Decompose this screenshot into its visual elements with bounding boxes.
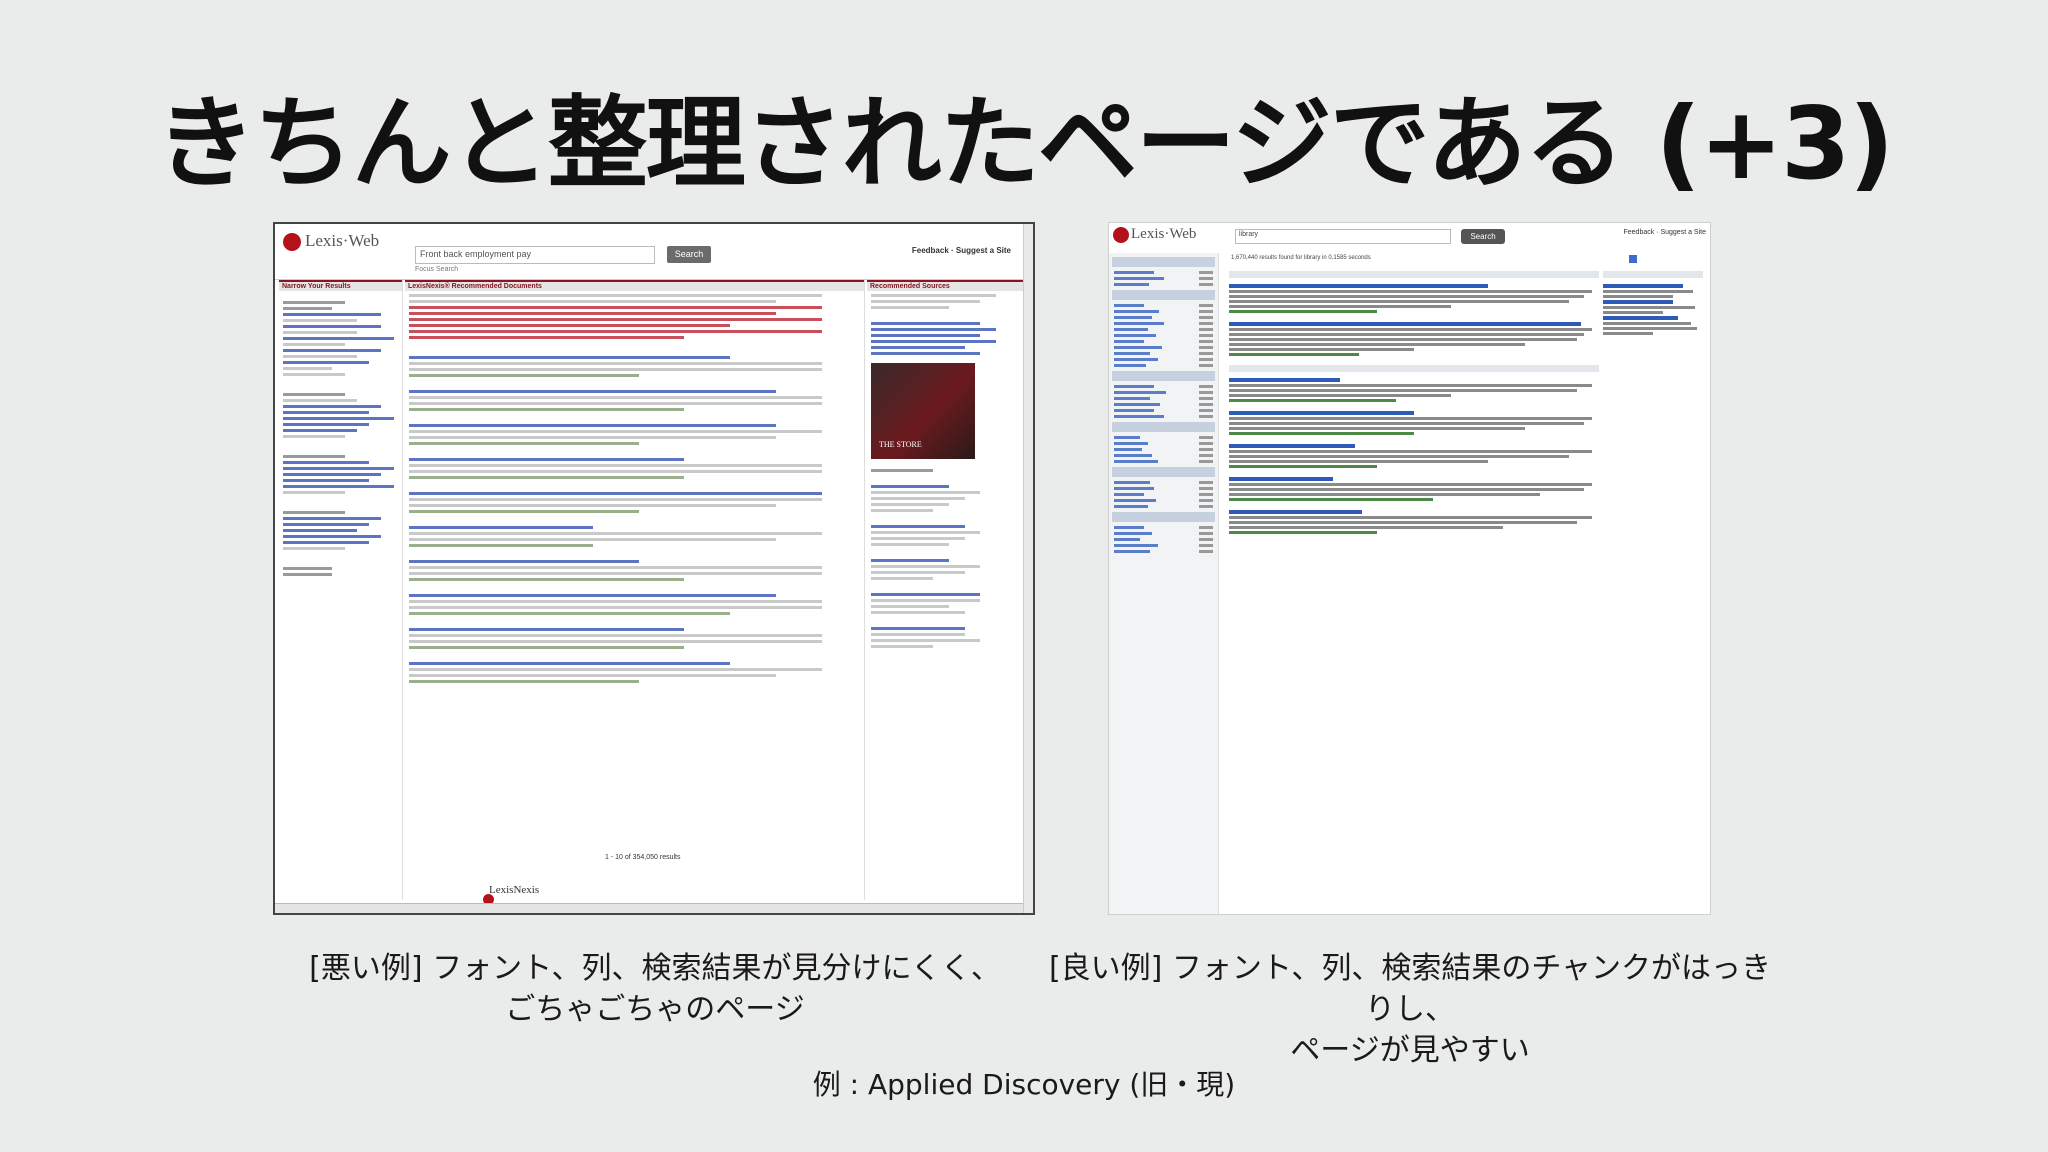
lexisnexis-store-ad[interactable]: THE STORE xyxy=(871,363,975,459)
bad-example-caption: [悪い例] フォント、列、検索結果が見分けにくく、 ごちゃごちゃのページ xyxy=(309,951,1001,1027)
browser-status-bar xyxy=(275,903,1023,913)
results-count: 1,670,440 results found for library in 0… xyxy=(1231,255,1371,261)
pagination-text: 1 - 10 of 354,050 results xyxy=(605,854,681,861)
lexis-logo-icon xyxy=(283,233,301,251)
search-results-list xyxy=(1229,269,1599,909)
slide-title: きちんと整理されたページである (+3) xyxy=(155,85,1895,202)
scrollbar[interactable] xyxy=(1023,224,1033,913)
recommended-documents-heading: LexisNexis® Recommended Documents xyxy=(405,280,864,291)
recommended-documents-column: LexisNexis® Recommended Documents xyxy=(405,280,865,900)
search-button[interactable]: Search xyxy=(667,246,711,263)
bad-example-screenshot: Lexis·Web Front back employment pay Focu… xyxy=(273,222,1035,915)
lexis-logo-icon xyxy=(1113,227,1129,243)
filter-sidebar xyxy=(1109,253,1219,914)
good-example-caption: [良い例] フォント、列、検索結果のチャンクがはっきりし、 ページが見やすい xyxy=(1048,951,1772,1068)
search-button[interactable]: Search xyxy=(1461,229,1505,244)
recommended-sources-column: Recommended Sources THE STORE xyxy=(867,280,1023,900)
footer-logo: LexisNexis xyxy=(475,884,539,905)
narrow-results-heading: Narrow Your Results xyxy=(279,280,402,291)
search-input[interactable]: library xyxy=(1235,229,1451,244)
feedback-links[interactable]: Feedback · Suggest a Site xyxy=(1624,229,1707,236)
example-note: 例 : Applied Discovery (旧・現) xyxy=(812,1068,1236,1101)
narrow-results-column: Narrow Your Results xyxy=(279,280,403,900)
lexis-logo-text[interactable]: Lexis·Web xyxy=(1131,226,1196,243)
bad-header: Lexis·Web Front back employment pay Focu… xyxy=(275,224,1033,280)
good-example-screenshot: Lexis·Web library Search Feedback · Sugg… xyxy=(1108,222,1711,915)
focus-search-checkbox[interactable]: Focus Search xyxy=(415,266,458,273)
search-input[interactable]: Front back employment pay xyxy=(415,246,655,264)
feedback-links[interactable]: Feedback · Suggest a Site xyxy=(912,246,1011,255)
related-content-column xyxy=(1603,269,1703,909)
pagination-page-1[interactable] xyxy=(1629,255,1637,263)
lexis-logo-text[interactable]: Lexis·Web xyxy=(305,231,379,251)
recommended-sources-heading: Recommended Sources xyxy=(867,280,1023,291)
